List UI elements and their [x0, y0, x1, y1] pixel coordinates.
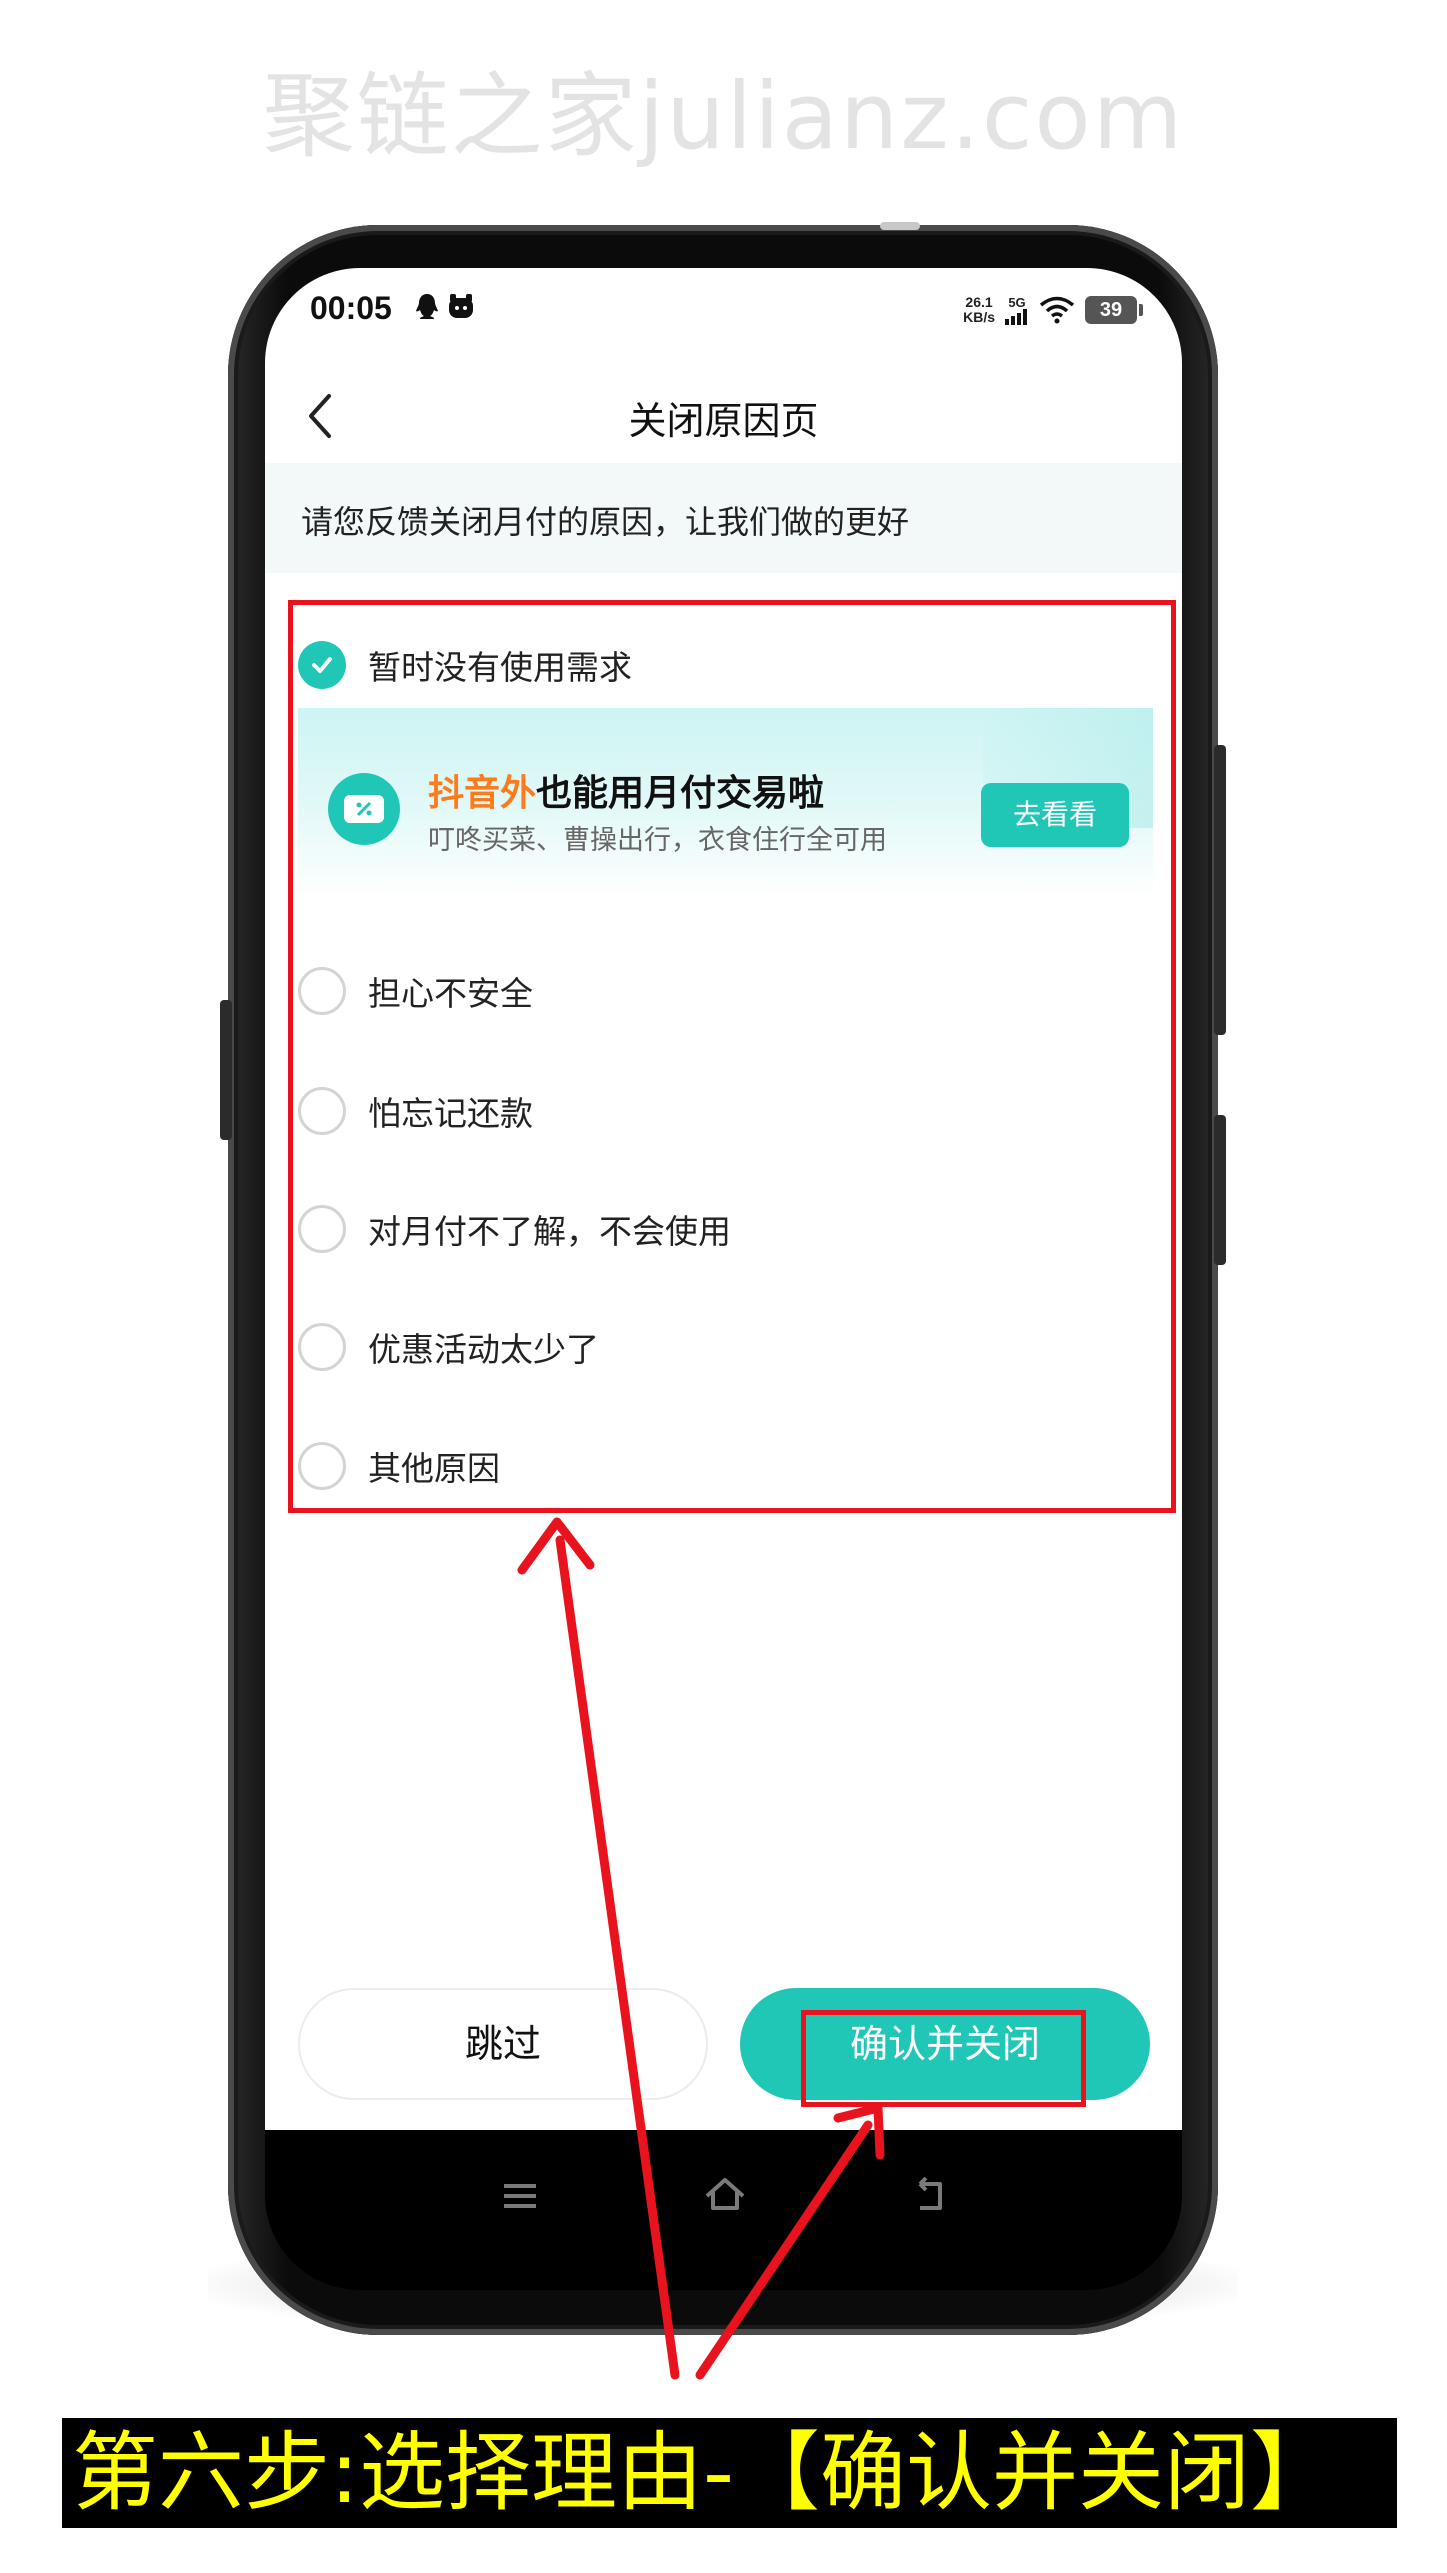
signal-5g: 5G — [1005, 296, 1029, 325]
side-button — [1214, 745, 1226, 1035]
back-icon[interactable] — [900, 2166, 960, 2226]
net-speed-value: 26.1 — [965, 294, 993, 310]
menu-icon[interactable] — [490, 2166, 550, 2226]
net-speed: 26.1 KB/s — [963, 295, 995, 325]
home-icon[interactable] — [695, 2166, 755, 2226]
network-type: 5G — [1008, 294, 1026, 310]
system-nav-bar — [265, 2130, 1182, 2290]
net-speed-unit: KB/s — [963, 309, 995, 325]
highlight-box-options — [288, 600, 1176, 1513]
title-bar: 关闭原因页 — [265, 368, 1182, 463]
earpiece — [880, 222, 920, 230]
status-icons: 26.1 KB/s 5G 39 — [963, 290, 1143, 330]
page-title: 关闭原因页 — [628, 399, 819, 443]
hint-text: 请您反馈关闭月付的原因，让我们做的更好 — [301, 503, 910, 541]
watermark: 聚链之家julianz.com — [262, 63, 1185, 170]
power-button — [1214, 1115, 1226, 1265]
wifi-icon — [1039, 296, 1075, 324]
app-notification-icon — [449, 294, 473, 318]
highlight-box-confirm — [801, 2010, 1086, 2107]
volume-button — [220, 1000, 232, 1140]
battery-icon: 39 — [1085, 296, 1143, 324]
skip-button[interactable]: 跳过 — [298, 1988, 708, 2100]
step-caption: 第六步:选择理由-【确认并关闭】 — [62, 2418, 1397, 2528]
status-time: 00:05 — [310, 290, 392, 326]
hint-banner: 请您反馈关闭月付的原因，让我们做的更好 — [265, 463, 1182, 573]
qq-icon — [416, 294, 438, 319]
signal-icon — [1005, 308, 1027, 325]
